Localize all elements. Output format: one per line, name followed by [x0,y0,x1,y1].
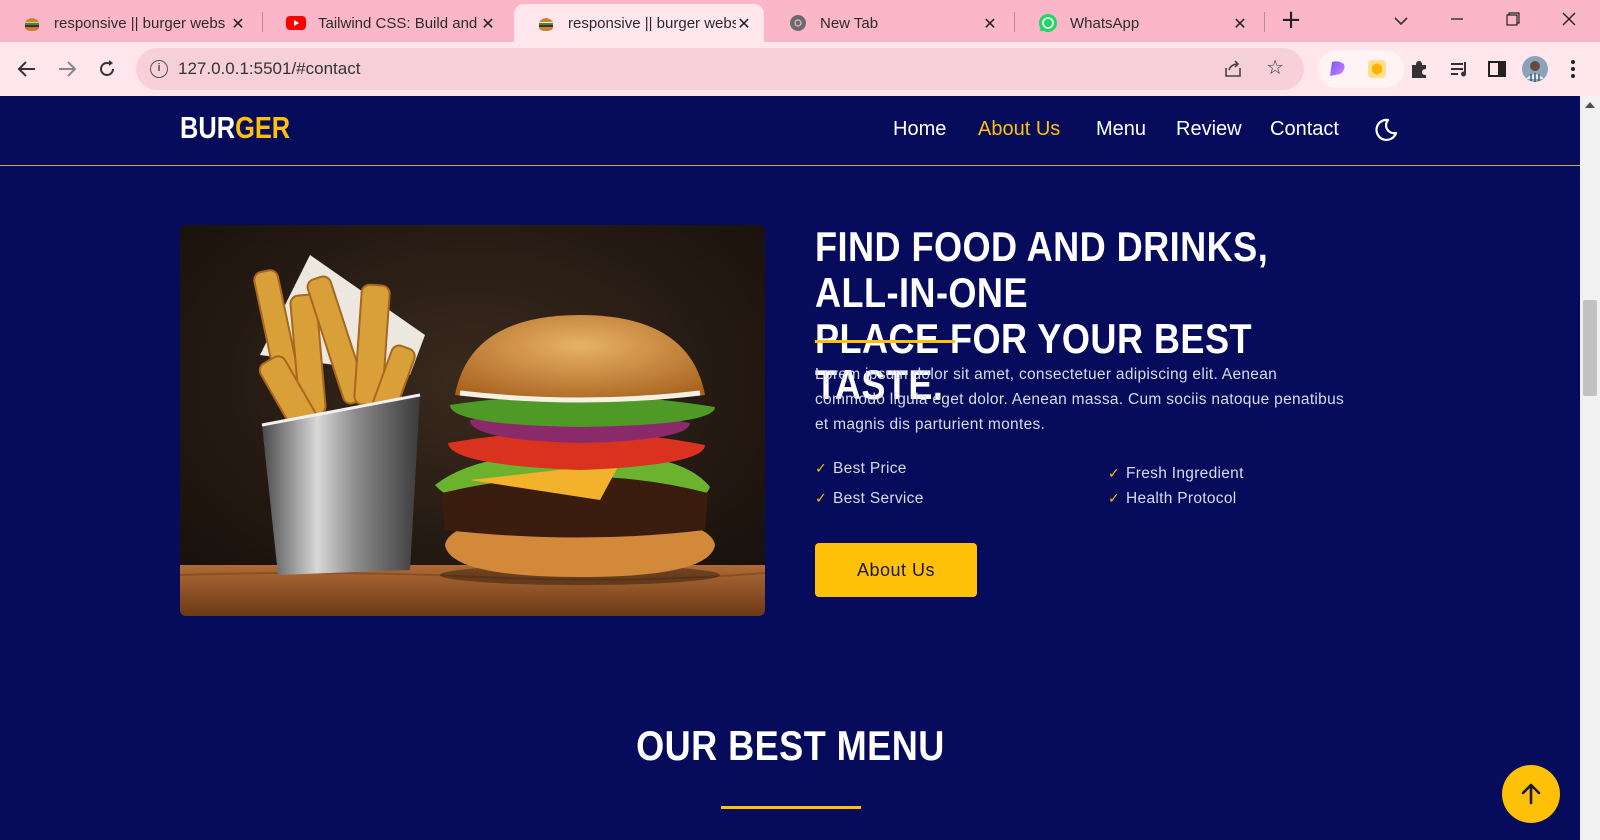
feature-label: Health Protocol [1126,490,1237,507]
burger-and-fries-image [180,225,765,616]
paragraph-line-3: et magnis dis parturient montes. [815,416,1046,433]
headline-underline [815,340,955,343]
feature-label: Best Service [833,490,924,507]
tab-title: responsive || burger webs [568,14,736,32]
close-tab-icon[interactable]: ✕ [1232,14,1248,33]
arrow-up-icon [1521,783,1541,805]
menu-section-title: OUR BEST MENU [0,722,1580,770]
tab-separator [262,12,263,32]
browser-tab[interactable]: New Tab ✕ [766,4,1010,42]
forward-arrow-icon[interactable] [52,54,82,84]
burger-favicon-icon [22,13,42,33]
media-control-icon[interactable] [1444,54,1474,84]
nav-link-menu[interactable]: Menu [1096,118,1146,141]
site-info-icon[interactable]: i [150,60,168,78]
scroll-to-top-button[interactable] [1502,765,1560,823]
tab-search-chevron-icon[interactable] [1386,8,1416,34]
tab-title: WhatsApp [1070,14,1140,32]
nav-link-review[interactable]: Review [1176,118,1242,141]
share-icon[interactable] [1222,58,1244,80]
logo-part-yellow: GER [235,110,291,145]
extension-honey-icon[interactable] [1362,54,1392,84]
minimize-icon[interactable] [1442,8,1472,34]
chrome-icon [788,13,808,33]
close-tab-icon[interactable]: ✕ [982,14,998,33]
browser-tab[interactable]: Tailwind CSS: Build and De ✕ [264,4,508,42]
check-icon: ✓ [1108,491,1121,507]
check-icon: ✓ [815,461,828,477]
whatsapp-icon [1038,13,1058,33]
browser-tab[interactable]: responsive || burger webs ✕ [0,4,258,42]
nav-link-about-us[interactable]: About Us [978,118,1060,141]
menu-title-text: OUR BEST MENU [635,722,945,769]
page-viewport: BURGER Home About Us Menu Review Contact [0,96,1580,840]
feature-item: ✓ Fresh Ingredient [1108,465,1244,483]
scroll-up-arrow-icon[interactable] [1585,102,1595,108]
tab-separator [1264,12,1265,32]
check-icon: ✓ [815,491,828,507]
logo-part-white: BUR [180,110,236,145]
address-bar[interactable]: i 127.0.0.1:5501/#contact ☆ [136,48,1304,90]
tab-title: Tailwind CSS: Build and De [318,14,480,32]
page-scrollbar[interactable] [1580,96,1600,840]
paragraph-line-1: Lorem ipsum dolor sit amet, consectetuer… [815,366,1278,383]
bookmark-star-icon[interactable]: ☆ [1266,55,1284,79]
burger-favicon-icon [536,13,556,33]
check-icon: ✓ [1108,466,1121,482]
headline-line-1: FIND FOOD AND DRINKS, ALL-IN-ONE [815,223,1269,316]
tab-title: New Tab [820,14,879,32]
site-header: BURGER Home About Us Menu Review Contact [0,96,1580,166]
tab-separator [1014,12,1015,32]
close-tab-icon[interactable]: ✕ [736,14,752,33]
browser-toolbar: i 127.0.0.1:5501/#contact ☆ [0,42,1600,96]
back-arrow-icon[interactable] [12,54,42,84]
feature-item: ✓ Best Service [815,490,924,508]
browser-menu-icon[interactable] [1558,54,1588,84]
restore-window-icon[interactable] [1498,8,1528,34]
profile-avatar[interactable] [1520,54,1550,84]
browser-tab[interactable]: WhatsApp ✕ [1016,4,1260,42]
nav-link-home[interactable]: Home [893,118,946,141]
close-tab-icon[interactable]: ✕ [480,14,496,33]
tab-title: responsive || burger webs [54,14,226,32]
site-logo[interactable]: BURGER [180,110,290,146]
extensions-puzzle-icon[interactable] [1404,54,1434,84]
feature-item: ✓ Best Price [815,460,907,478]
scrollbar-thumb[interactable] [1583,300,1597,396]
about-paragraph: Lorem ipsum dolor sit amet, consectetuer… [815,362,1405,437]
url-text: 127.0.0.1:5501/#contact [178,59,361,78]
close-window-icon[interactable] [1554,8,1584,34]
menu-title-underline [721,806,861,809]
nav-link-contact[interactable]: Contact [1270,118,1339,141]
feature-label: Fresh Ingredient [1126,465,1244,482]
reload-icon[interactable] [92,54,122,84]
browser-tab-active[interactable]: responsive || burger webs ✕ [514,4,764,42]
youtube-icon [286,13,306,33]
extension-gradient-icon[interactable] [1322,54,1352,84]
dark-mode-moon-icon[interactable] [1373,117,1399,143]
new-tab-button[interactable]: + [1276,6,1306,36]
feature-item: ✓ Health Protocol [1108,490,1237,508]
about-us-button[interactable]: About Us [815,543,977,597]
paragraph-line-2: commodo ligula eget dolor. Aenean massa.… [815,391,1345,408]
browser-tab-bar: responsive || burger webs ✕ Tailwind CSS… [0,0,1600,42]
close-tab-icon[interactable]: ✕ [230,14,246,33]
side-panel-icon[interactable] [1482,54,1512,84]
feature-label: Best Price [833,460,907,477]
